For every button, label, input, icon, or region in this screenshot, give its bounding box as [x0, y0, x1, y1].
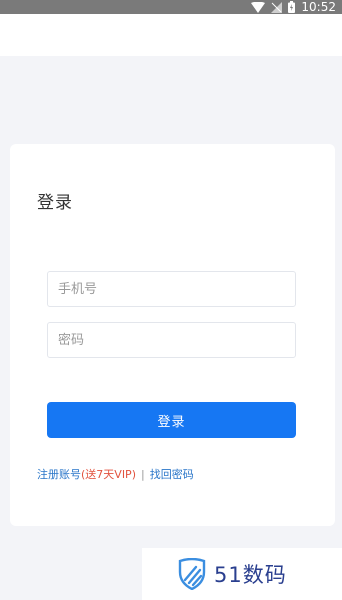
phone-input[interactable] [47, 271, 296, 307]
password-input[interactable] [47, 322, 296, 358]
app-header [0, 14, 342, 56]
link-separator: | [140, 467, 145, 481]
page-title: 登录 [37, 193, 73, 213]
battery-icon [288, 1, 296, 13]
vip-promo-label: (送7天VIP) [81, 468, 136, 481]
watermark-text: 51数码 [214, 563, 287, 587]
register-link[interactable]: 注册账号(送7天VIP) [37, 466, 136, 482]
wifi-icon [251, 1, 266, 13]
status-bar: 10:52 [0, 0, 342, 14]
watermark: 51数码 [142, 548, 342, 600]
login-button[interactable]: 登录 [47, 402, 296, 438]
login-card: 登录 登录 注册账号(送7天VIP) | 找回密码 [10, 144, 335, 526]
auth-links: 注册账号(送7天VIP) | 找回密码 [37, 466, 194, 482]
shield-logo-icon [178, 558, 206, 590]
forgot-password-link[interactable]: 找回密码 [150, 466, 194, 482]
register-label: 注册账号 [37, 468, 81, 481]
clock: 10:52 [301, 0, 336, 14]
no-signal-icon [271, 1, 283, 13]
